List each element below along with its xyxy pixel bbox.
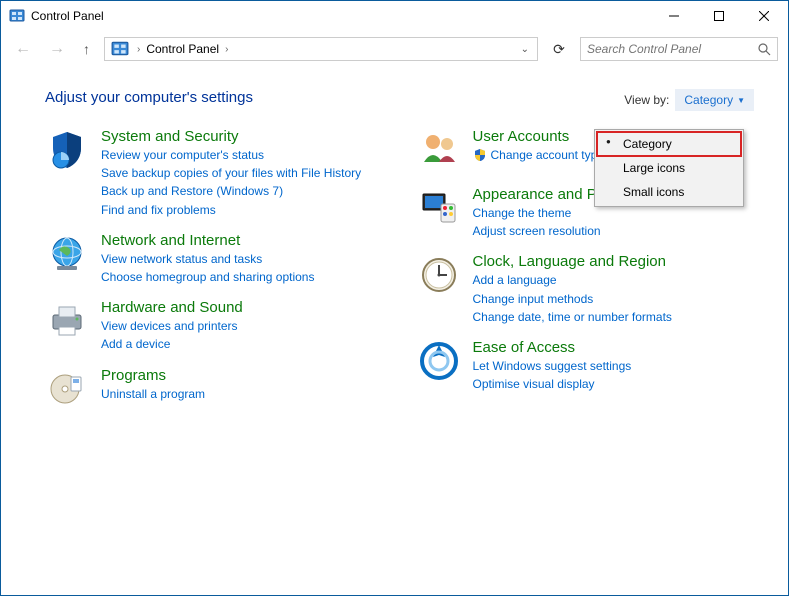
viewby-option-category[interactable]: Category	[597, 132, 741, 156]
category-title[interactable]: Ease of Access	[473, 339, 632, 356]
maximize-button[interactable]	[696, 2, 741, 31]
category-link[interactable]: Save backup copies of your files with Fi…	[101, 165, 361, 181]
up-button[interactable]: ↑	[79, 39, 94, 59]
forward-button[interactable]: →	[45, 38, 69, 60]
viewby-option-small-icons[interactable]: Small icons	[597, 180, 741, 204]
close-button[interactable]	[741, 2, 786, 31]
printer-icon	[45, 299, 89, 343]
category-link[interactable]: Find and fix problems	[101, 202, 361, 218]
left-column: System and Security Review your computer…	[45, 128, 387, 411]
breadcrumb-sep: ›	[133, 44, 144, 55]
category-link[interactable]: Uninstall a program	[101, 386, 205, 402]
category-network-internet: Network and Internet View network status…	[45, 232, 387, 285]
category-link[interactable]: Let Windows suggest settings	[473, 358, 632, 374]
category-link[interactable]: Add a language	[473, 272, 672, 288]
breadcrumb[interactable]: Control Panel	[144, 42, 221, 56]
category-title[interactable]: Hardware and Sound	[101, 299, 243, 316]
window-title: Control Panel	[31, 9, 651, 23]
category-title[interactable]: System and Security	[101, 128, 361, 145]
category-title[interactable]: Programs	[101, 367, 205, 384]
search-input[interactable]	[587, 42, 758, 56]
disc-icon	[45, 367, 89, 411]
category-title[interactable]: Network and Internet	[101, 232, 314, 249]
viewby-option-large-icons[interactable]: Large icons	[597, 156, 741, 180]
uac-shield-icon	[473, 148, 487, 162]
viewby-value: Category	[684, 93, 733, 107]
navbar: ← → ↑ › Control Panel › ⌄ ⟳	[1, 31, 788, 67]
search-icon	[758, 43, 771, 56]
globe-icon	[45, 232, 89, 276]
category-link[interactable]: Add a device	[101, 336, 243, 352]
category-hardware-sound: Hardware and Sound View devices and prin…	[45, 299, 387, 352]
category-programs: Programs Uninstall a program	[45, 367, 387, 411]
search-box[interactable]	[580, 37, 778, 61]
viewby-label: View by:	[624, 93, 669, 107]
control-panel-icon	[9, 8, 25, 24]
shield-icon	[45, 128, 89, 172]
back-button[interactable]: ←	[11, 38, 35, 60]
category-link[interactable]: Change date, time or number formats	[473, 309, 672, 325]
address-dropdown-icon[interactable]: ⌄	[515, 44, 535, 55]
address-icon	[111, 40, 129, 58]
viewby-menu: Category Large icons Small icons	[594, 129, 744, 207]
category-link[interactable]: View network status and tasks	[101, 251, 314, 267]
category-link[interactable]: View devices and printers	[101, 318, 243, 334]
category-link[interactable]: Choose homegroup and sharing options	[101, 269, 314, 285]
breadcrumb-sep: ›	[221, 44, 232, 55]
category-link[interactable]: Optimise visual display	[473, 376, 632, 392]
category-ease-of-access: Ease of Access Let Windows suggest setti…	[417, 339, 759, 392]
minimize-button[interactable]	[651, 2, 696, 31]
content-area: Adjust your computer's settings View by:…	[1, 67, 788, 595]
address-bar[interactable]: › Control Panel › ⌄	[104, 37, 538, 61]
category-link-row: Change account type	[473, 147, 604, 163]
category-link[interactable]: Change the theme	[473, 205, 690, 221]
titlebar: Control Panel	[1, 1, 788, 31]
category-link[interactable]: Change input methods	[473, 291, 672, 307]
category-link[interactable]: Review your computer's status	[101, 147, 361, 163]
category-link[interactable]: Adjust screen resolution	[473, 223, 690, 239]
category-link[interactable]: Change account type	[491, 147, 604, 163]
ease-of-access-icon	[417, 339, 461, 383]
users-icon	[417, 128, 461, 172]
refresh-button[interactable]: ⟳	[548, 41, 570, 58]
appearance-icon	[417, 186, 461, 230]
category-title[interactable]: User Accounts	[473, 128, 604, 145]
clock-icon	[417, 253, 461, 297]
viewby-button[interactable]: Category ▼	[675, 89, 754, 111]
chevron-down-icon: ▼	[737, 96, 745, 105]
viewby-control: View by: Category ▼ Category Large icons…	[624, 89, 754, 111]
category-clock-language-region: Clock, Language and Region Add a languag…	[417, 253, 759, 325]
category-title[interactable]: Clock, Language and Region	[473, 253, 672, 270]
category-system-security: System and Security Review your computer…	[45, 128, 387, 218]
category-link[interactable]: Back up and Restore (Windows 7)	[101, 183, 361, 199]
window: Control Panel ← → ↑ › Control Panel › ⌄ …	[0, 0, 789, 596]
